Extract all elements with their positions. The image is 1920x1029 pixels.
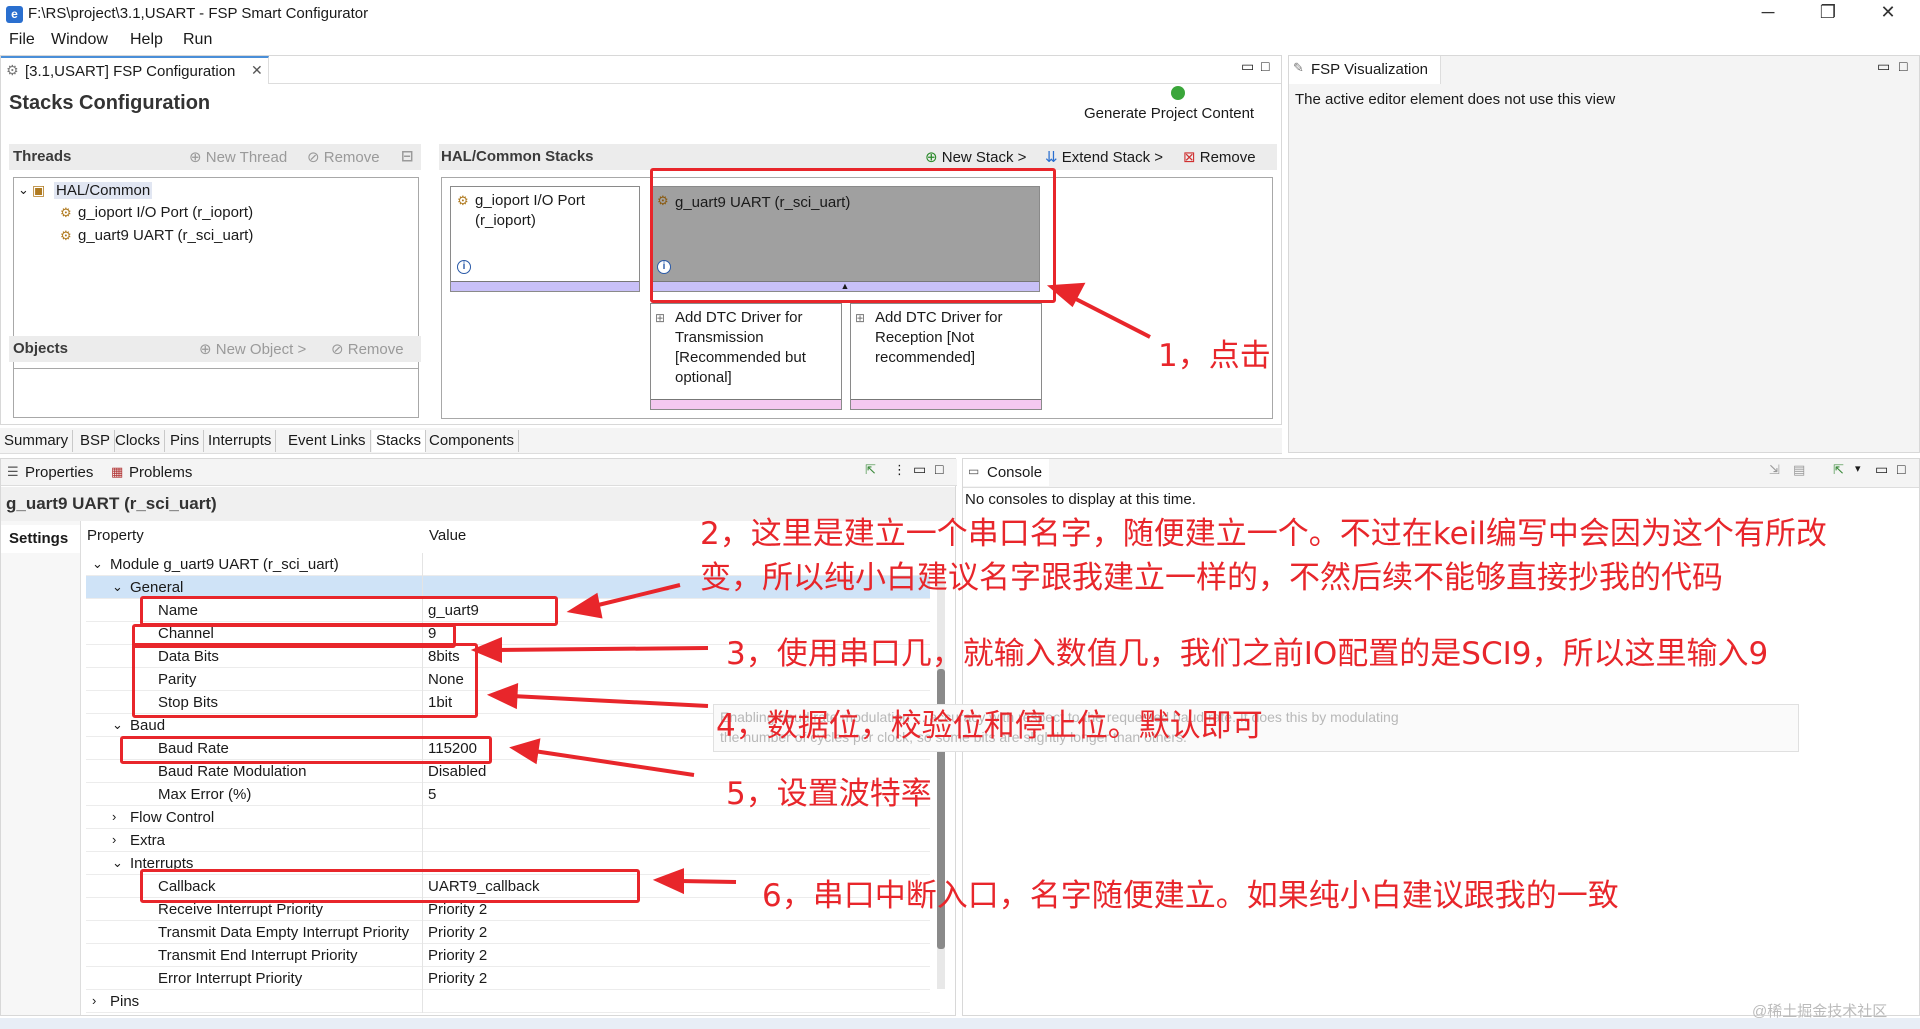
- annotation-6: 6，串口中断入口，名字随便建立。如果纯小白建议跟我的一致: [762, 878, 1619, 914]
- arrow-2: [589, 583, 681, 609]
- arrowhead-3: [470, 637, 502, 663]
- annotation-2-line2: 变，所以纯小白建议名字跟我建立一样的，不然后续不能够直接抄我的代码: [700, 560, 1723, 596]
- status-bar: [0, 1018, 1920, 1029]
- annotation-3: 3，使用串口几，就输入数值几，我们之前IO配置的是SCI9，所以这里输入9: [726, 636, 1769, 672]
- arrowhead-2: [566, 592, 603, 619]
- arrowhead-6: [652, 868, 684, 895]
- arrow-5: [533, 749, 695, 777]
- arrowhead-4: [486, 683, 519, 710]
- arrow-3: [495, 646, 709, 652]
- annotation-1: 1，点击: [1158, 338, 1271, 374]
- arrow-1: [1069, 294, 1151, 339]
- app-window: { "window":{"title":"F:\\RS\\project\\3.…: [0, 0, 1920, 1029]
- annotation-5: 5，设置波特率: [726, 776, 932, 812]
- annotation-4: 4，数据位，校验位和停止位。默认即可: [716, 708, 1263, 744]
- arrowhead-5: [509, 738, 541, 765]
- arrow-4: [511, 694, 709, 708]
- annotation-2-line1: 2，这里是建立一个串口名字，随便建立一个。不过在keil编写中会因为这个有所改: [700, 516, 1827, 552]
- arrow-6: [679, 879, 737, 884]
